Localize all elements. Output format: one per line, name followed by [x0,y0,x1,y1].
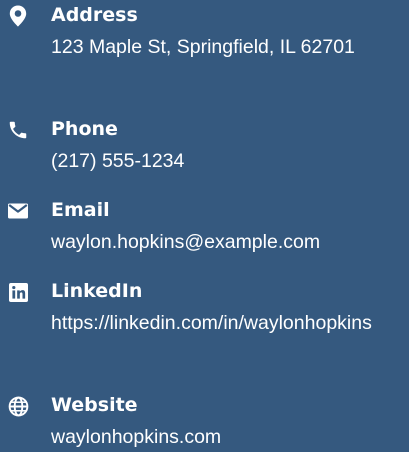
phone-icon [7,119,29,141]
globe-icon [7,395,29,417]
contact-label: Phone [51,118,118,140]
phone-link[interactable]: (217) 555-1234 [51,147,403,176]
map-pin-icon [7,5,29,27]
envelope-icon [7,200,29,222]
address-value: 123 Maple St, Springfield, IL 62701 [51,36,355,58]
email-link[interactable]: waylon.hopkins@example.com [51,228,403,257]
contact-label: Address [51,4,138,26]
contact-label: Email [51,199,110,221]
website-link[interactable]: waylonhopkins.com [51,423,403,452]
linkedin-icon [7,281,29,303]
contact-label: Website [51,394,138,416]
contact-label: LinkedIn [51,280,143,302]
linkedin-link[interactable]: https://linkedin.com/in/waylonhopkins [51,309,403,338]
